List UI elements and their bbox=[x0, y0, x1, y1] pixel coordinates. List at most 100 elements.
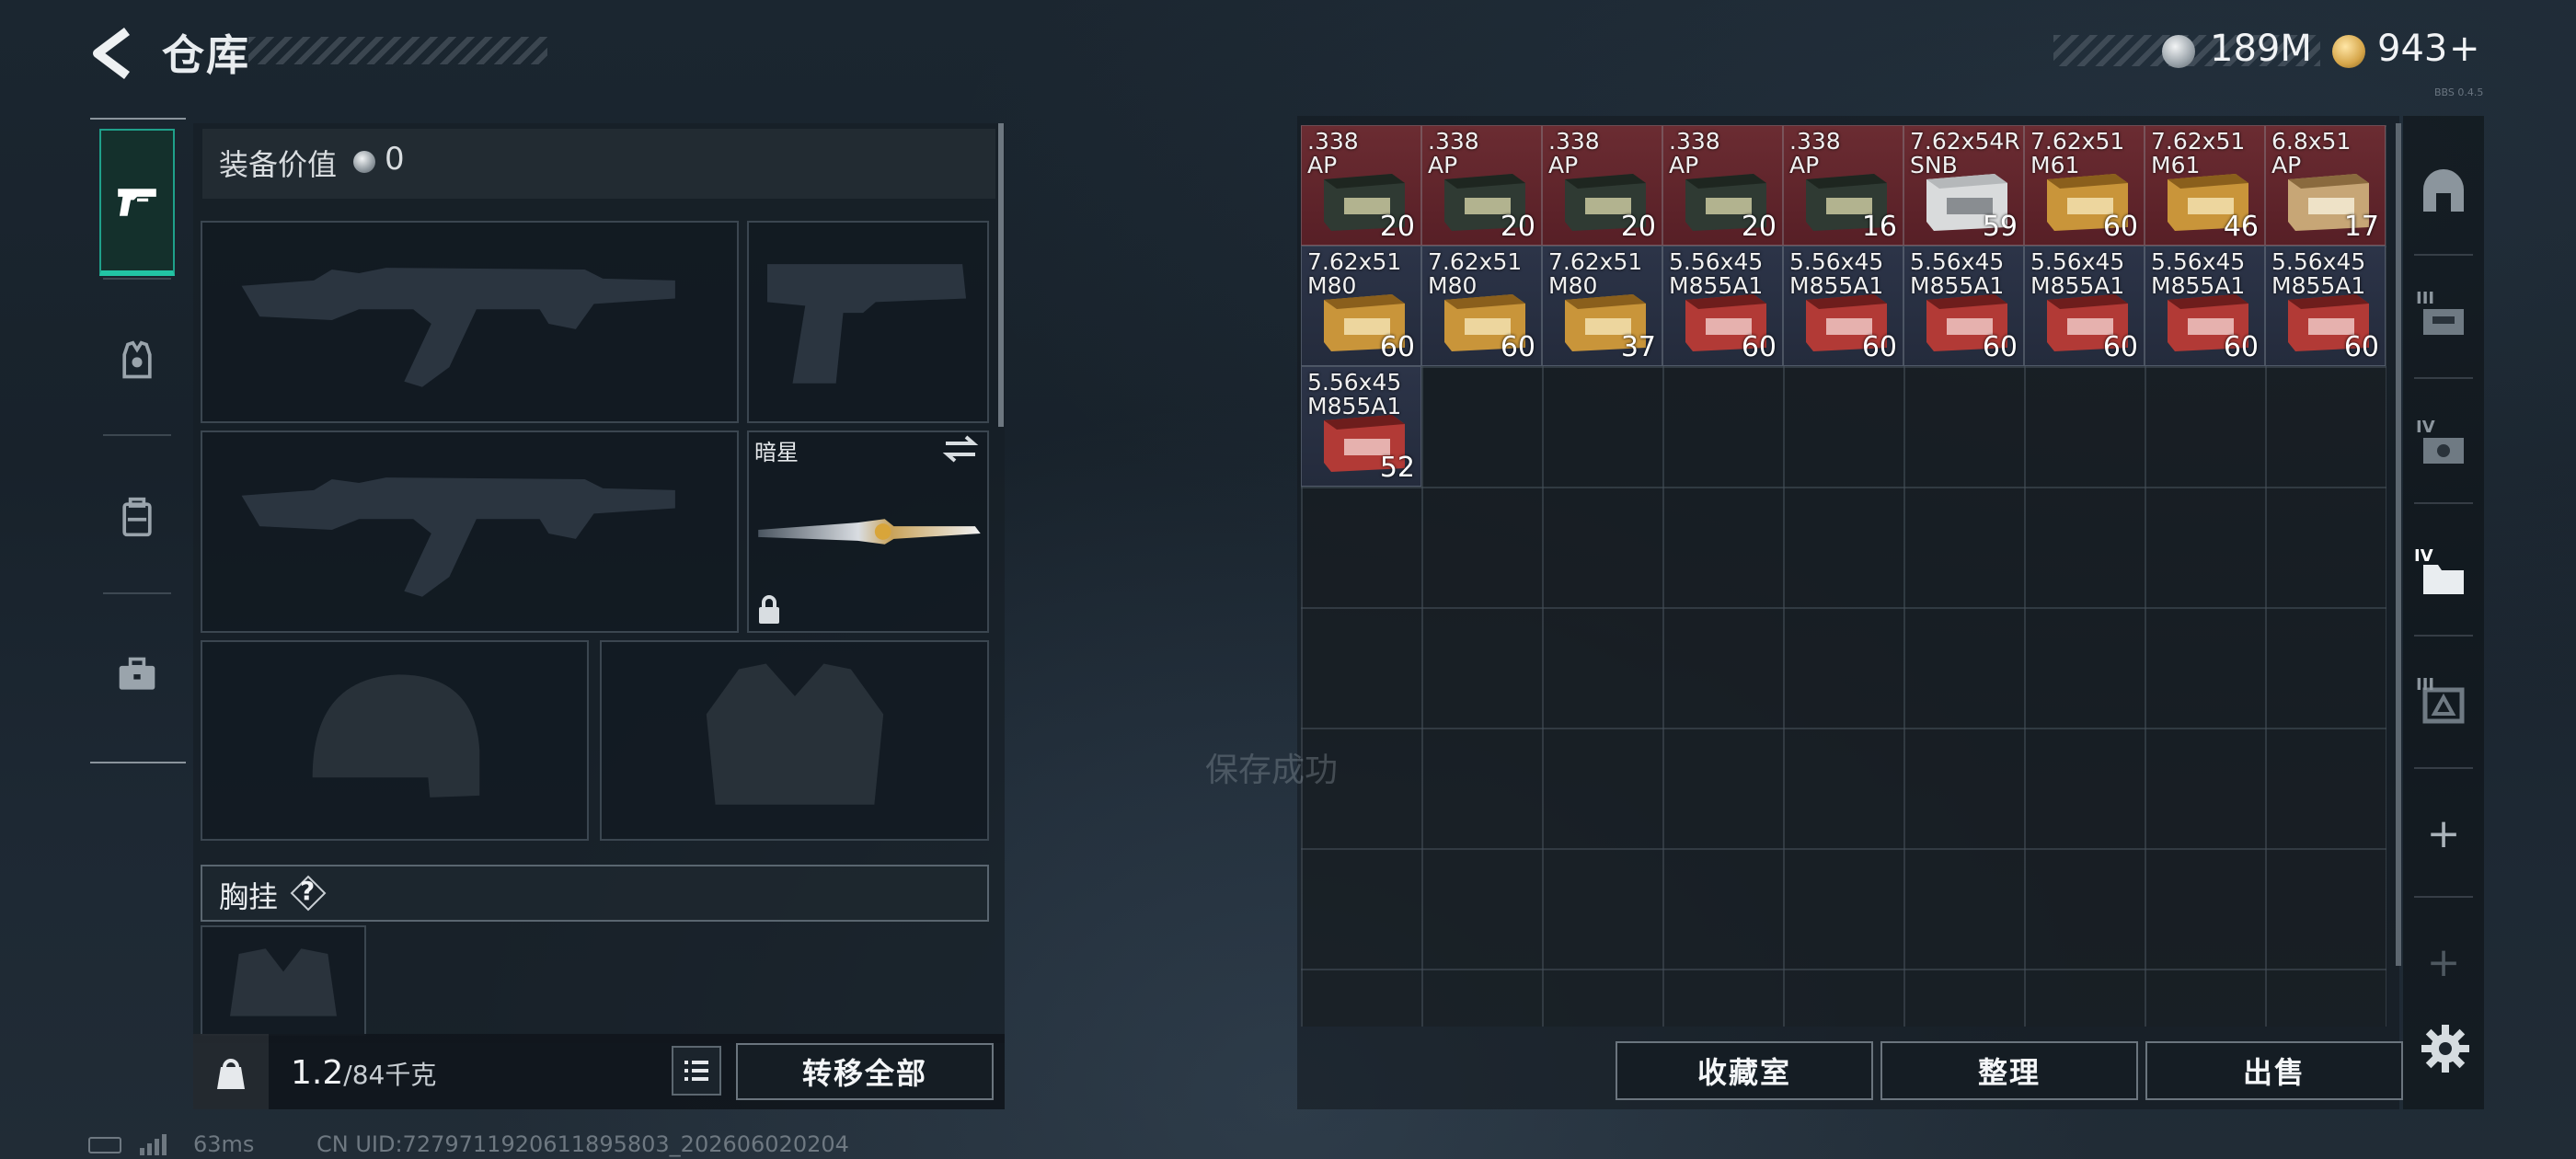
ammo-count: 20 bbox=[1379, 211, 1415, 243]
stash-item[interactable]: 5.56x45 M855A1 52 bbox=[1301, 366, 1421, 487]
pistol-silhouette-icon bbox=[767, 264, 967, 384]
sort-button[interactable]: 整理 bbox=[1880, 1041, 2138, 1100]
rail-separator bbox=[2414, 377, 2473, 379]
ammo-count: 59 bbox=[1982, 211, 2018, 243]
helmet-slot[interactable] bbox=[201, 640, 589, 841]
stash-item[interactable]: 6.8x51 AP 17 bbox=[2265, 125, 2386, 246]
stash-item[interactable]: 5.56x45 M855A1 60 bbox=[1783, 246, 1903, 366]
armor-vest-icon bbox=[122, 340, 152, 379]
ammo-caliber: 7.62x54R SNB bbox=[1910, 128, 2020, 178]
transfer-all-button[interactable]: 转移全部 bbox=[736, 1043, 994, 1100]
rifle-silhouette-icon bbox=[241, 268, 675, 387]
ammo-count: 60 bbox=[2343, 331, 2379, 363]
stash-item[interactable]: .338 AP 20 bbox=[1542, 125, 1662, 246]
settings-button[interactable] bbox=[2418, 1021, 2473, 1076]
tab-stash-3[interactable]: IV bbox=[2412, 545, 2475, 607]
backpack-icon bbox=[122, 497, 152, 537]
rail-separator bbox=[2414, 635, 2473, 637]
tier-label: III bbox=[2416, 289, 2435, 308]
briefcase-icon bbox=[119, 657, 155, 690]
back-button[interactable] bbox=[88, 24, 134, 83]
armor-slot[interactable] bbox=[600, 640, 989, 841]
ammo-caliber: .338 AP bbox=[1428, 128, 1479, 178]
stash-item[interactable]: 7.62x51 M61 60 bbox=[2024, 125, 2145, 246]
pistol-icon bbox=[99, 166, 175, 239]
ammo-count: 17 bbox=[2343, 211, 2379, 243]
rail-separator bbox=[2414, 767, 2473, 769]
tier-label: IV bbox=[2414, 546, 2433, 566]
ping-readout: 63ms bbox=[193, 1131, 255, 1157]
stash-item[interactable]: 5.56x45 M855A1 60 bbox=[1662, 246, 1783, 366]
ammo-count: 60 bbox=[2223, 331, 2259, 363]
ammo-count: 52 bbox=[1379, 452, 1415, 484]
tab-safe-box[interactable] bbox=[2412, 162, 2475, 224]
swap-icon[interactable] bbox=[942, 434, 979, 464]
stash-item[interactable]: 7.62x51 M80 60 bbox=[1301, 246, 1421, 366]
rail-separator bbox=[103, 434, 171, 436]
tab-backpack[interactable] bbox=[99, 480, 175, 554]
stash-item[interactable]: .338 AP 20 bbox=[1662, 125, 1783, 246]
helmet-silhouette-icon bbox=[312, 674, 480, 798]
rifle-silhouette-icon bbox=[241, 477, 675, 597]
ammo-caliber: 7.62x51 M80 bbox=[1307, 248, 1402, 299]
list-view-button[interactable] bbox=[672, 1046, 721, 1096]
help-button[interactable]: ? bbox=[289, 874, 328, 912]
tab-case[interactable] bbox=[99, 638, 175, 712]
ammo-caliber: .338 AP bbox=[1548, 128, 1600, 178]
vest-silhouette-icon bbox=[706, 663, 884, 805]
sell-button[interactable]: 出售 bbox=[2145, 1041, 2403, 1100]
ammo-count: 60 bbox=[1379, 331, 1415, 363]
secondary-weapon-slot[interactable] bbox=[201, 430, 739, 633]
ammo-count: 16 bbox=[1861, 211, 1897, 243]
stash-item[interactable]: 7.62x51 M80 37 bbox=[1542, 246, 1662, 366]
weight-readout: 1.2/84千克 bbox=[291, 1054, 436, 1092]
ammo-caliber: 5.56x45 M855A1 bbox=[1669, 248, 1764, 299]
ammo-caliber: 7.62x51 M80 bbox=[1548, 248, 1643, 299]
save-toast: 保存成功 bbox=[1205, 752, 1339, 789]
rail-separator bbox=[2414, 896, 2473, 898]
weight-current: 1.2 bbox=[291, 1054, 344, 1092]
ammo-caliber: 6.8x51 AP bbox=[2271, 128, 2352, 178]
collection-room-button[interactable]: 收藏室 bbox=[1616, 1041, 1873, 1100]
ammo-count: 46 bbox=[2223, 211, 2259, 243]
ammo-caliber: 5.56x45 M855A1 bbox=[2271, 248, 2366, 299]
ammo-count: 60 bbox=[1741, 331, 1777, 363]
stash-item[interactable]: 5.56x45 M855A1 60 bbox=[2024, 246, 2145, 366]
primary-weapon-slot[interactable] bbox=[201, 221, 739, 423]
signal-icon bbox=[138, 1133, 175, 1155]
stash-item[interactable]: .338 AP 20 bbox=[1421, 125, 1542, 246]
stash-item[interactable]: 5.56x45 M855A1 60 bbox=[2265, 246, 2386, 366]
tab-stash-4[interactable]: III bbox=[2412, 671, 2475, 734]
tab-stash-1[interactable]: III bbox=[2412, 285, 2475, 348]
pistol-slot[interactable] bbox=[747, 221, 989, 423]
tier-label: III bbox=[2416, 675, 2435, 694]
silver-currency-amount: 189M bbox=[2210, 28, 2312, 70]
ammo-count: 20 bbox=[1741, 211, 1777, 243]
tab-stash-2[interactable]: IV bbox=[2412, 414, 2475, 476]
ammo-caliber: 5.56x45 M855A1 bbox=[2030, 248, 2125, 299]
add-stash-button-disabled: + bbox=[2426, 938, 2461, 986]
battery-icon bbox=[88, 1137, 121, 1153]
stash-item[interactable]: .338 AP 20 bbox=[1301, 125, 1421, 246]
ammo-caliber: 7.62x51 M61 bbox=[2030, 128, 2125, 178]
rail-divider bbox=[90, 118, 186, 120]
chest-rig-label: 胸挂 bbox=[219, 879, 279, 914]
stash-item[interactable]: 7.62x51 M61 46 bbox=[2145, 125, 2265, 246]
rail-divider bbox=[90, 762, 186, 763]
equipment-scrollbar[interactable] bbox=[998, 123, 1004, 427]
rail-separator bbox=[2414, 502, 2473, 504]
stash-item[interactable]: .338 AP 16 bbox=[1783, 125, 1903, 246]
add-currency-button[interactable]: + bbox=[2449, 28, 2480, 70]
stash-item[interactable]: 7.62x51 M80 60 bbox=[1421, 246, 1542, 366]
stash-item[interactable]: 7.62x54R SNB 59 bbox=[1903, 125, 2024, 246]
add-stash-button[interactable]: + bbox=[2412, 802, 2475, 865]
silver-coin-icon bbox=[353, 151, 375, 173]
weight-icon bbox=[193, 1034, 269, 1109]
stash-item[interactable]: 5.56x45 M855A1 60 bbox=[2145, 246, 2265, 366]
ammo-caliber: 5.56x45 M855A1 bbox=[1789, 248, 1884, 299]
tab-armor[interactable] bbox=[99, 324, 175, 397]
stash-scrollbar[interactable] bbox=[2396, 123, 2401, 966]
chest-rig-slot[interactable] bbox=[201, 925, 366, 1036]
stash-item[interactable]: 5.56x45 M855A1 60 bbox=[1903, 246, 2024, 366]
ammo-caliber: 7.62x51 M80 bbox=[1428, 248, 1523, 299]
